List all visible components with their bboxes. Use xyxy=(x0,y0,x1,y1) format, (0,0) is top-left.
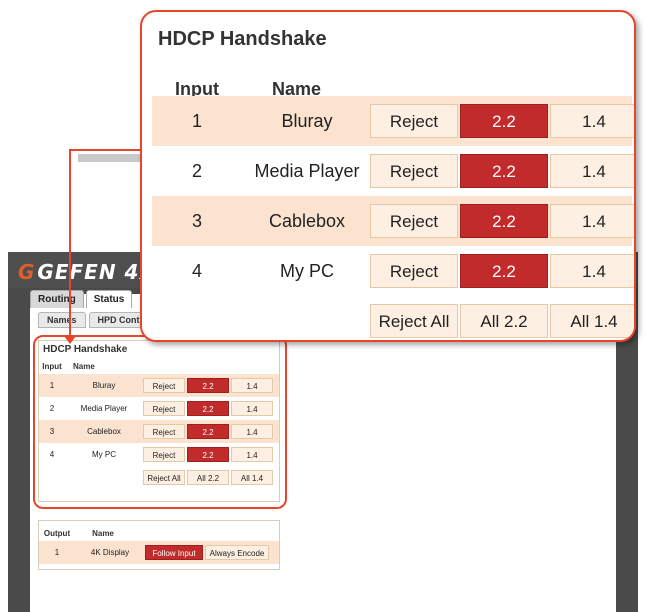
hdcp-14-button[interactable]: 1.4 xyxy=(550,204,634,238)
table-row: 2 Media Player Reject 2.2 1.4 xyxy=(152,146,634,196)
reject-button[interactable]: Reject xyxy=(370,204,458,238)
input-number: 4 xyxy=(191,260,202,281)
hdcp-14-button[interactable]: 1.4 xyxy=(550,154,634,188)
hdcp-22-button[interactable]: 2.2 xyxy=(460,104,548,138)
table-row: 4 My PC Reject 2.2 1.4 xyxy=(152,246,634,296)
input-number: 3 xyxy=(191,210,202,231)
input-name: My PC xyxy=(280,260,334,281)
hdcp-22-button[interactable]: 2.2 xyxy=(460,254,548,288)
all-22-button[interactable]: All 2.2 xyxy=(460,304,548,338)
hdcp-22-button[interactable]: 2.2 xyxy=(460,154,548,188)
all-14-button[interactable]: All 1.4 xyxy=(550,304,634,338)
reject-button[interactable]: Reject xyxy=(370,254,458,288)
input-number: 1 xyxy=(191,110,202,131)
input-number: 2 xyxy=(191,160,202,181)
input-name: Bluray xyxy=(281,110,333,131)
input-name: Media Player xyxy=(254,160,360,181)
hdcp-callout-title: HDCP Handshake xyxy=(158,28,327,50)
reject-button[interactable]: Reject xyxy=(370,104,458,138)
all-buttons-row: Reject All All 2.2 All 1.4 xyxy=(152,296,634,340)
hdcp-22-button[interactable]: 2.2 xyxy=(460,204,548,238)
reject-button[interactable]: Reject xyxy=(370,154,458,188)
reject-all-button[interactable]: Reject All xyxy=(370,304,458,338)
hdcp-callout: HDCP Handshake Input Name 1 Bluray Rejec… xyxy=(140,10,636,342)
input-name: Cablebox xyxy=(268,210,346,231)
table-row: 3 Cablebox Reject 2.2 1.4 xyxy=(152,196,634,246)
hdcp-14-button[interactable]: 1.4 xyxy=(550,104,634,138)
table-row: 1 Bluray Reject 2.2 1.4 xyxy=(152,96,634,146)
hdcp-14-button[interactable]: 1.4 xyxy=(550,254,634,288)
